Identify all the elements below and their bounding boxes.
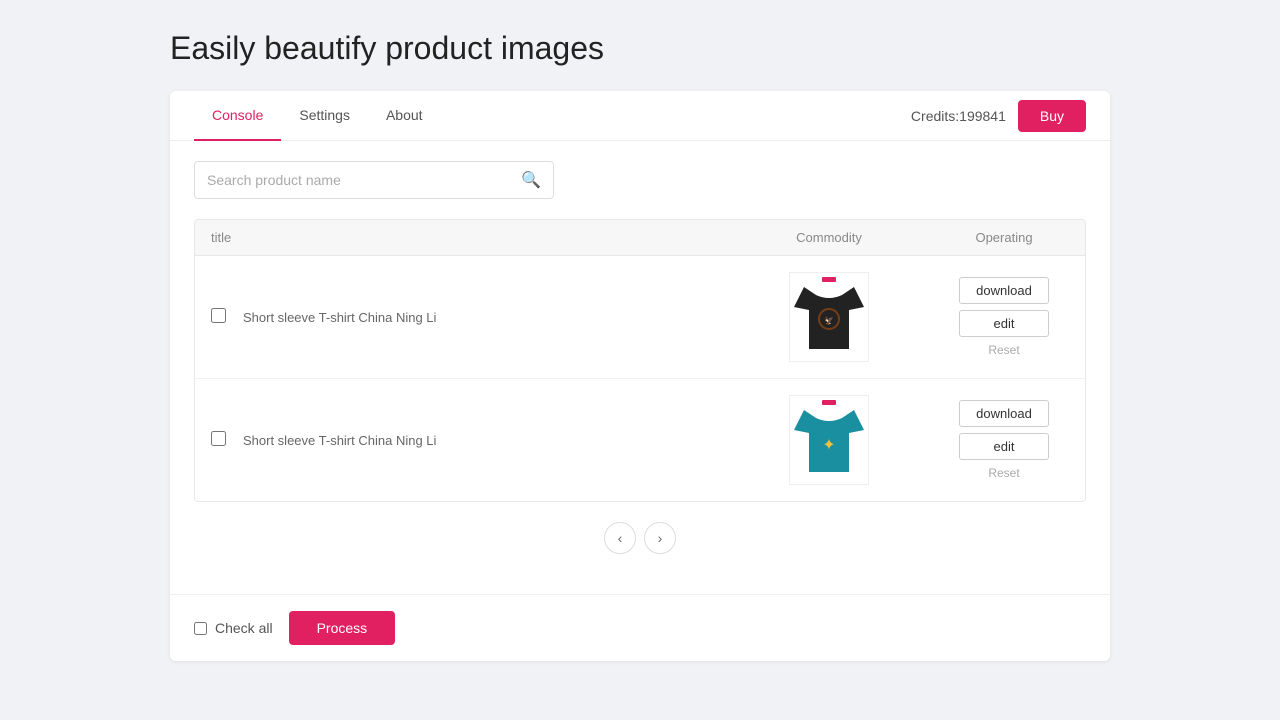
row-2-checkbox[interactable]	[211, 431, 226, 446]
main-card: Console Settings About Credits:199841 Bu…	[170, 91, 1110, 661]
row-1-operating: download edit Reset	[939, 277, 1069, 357]
svg-text:✦: ✦	[822, 437, 835, 454]
check-all-label[interactable]: Check all	[194, 620, 273, 636]
check-all-checkbox[interactable]	[194, 622, 207, 635]
row-1-tshirt-svg: 🦅	[794, 277, 864, 357]
row-2-reset-text[interactable]: Reset	[988, 466, 1019, 480]
row-1-title: Short sleeve T-shirt China Ning Li	[243, 310, 719, 325]
col-operating-header: Operating	[939, 230, 1069, 245]
table-row: Short sleeve T-shirt China Ning Li 🦅	[195, 256, 1085, 379]
credits-text: Credits:199841	[911, 108, 1006, 124]
row-1-product-image: 🦅	[789, 272, 869, 362]
credits-value: 199841	[959, 108, 1006, 124]
row-2-download-button[interactable]: download	[959, 400, 1049, 427]
tab-console[interactable]: Console	[194, 91, 281, 141]
pagination-next-button[interactable]: ›	[644, 522, 676, 554]
row-2-checkbox-wrapper	[211, 431, 231, 449]
tab-settings[interactable]: Settings	[281, 91, 368, 141]
table-header: title Commodity Operating	[195, 220, 1085, 256]
nav-bar: Console Settings About Credits:199841 Bu…	[170, 91, 1110, 141]
row-2-product-image: ✦	[789, 395, 869, 485]
row-1-commodity: 🦅	[719, 272, 939, 362]
nav-right: Credits:199841 Buy	[911, 100, 1086, 132]
search-bar: 🔍	[194, 161, 554, 199]
pagination: ‹ ›	[194, 502, 1086, 564]
check-all-text: Check all	[215, 620, 273, 636]
row-2-edit-button[interactable]: edit	[959, 433, 1049, 460]
row-2-title: Short sleeve T-shirt China Ning Li	[243, 433, 719, 448]
chevron-left-icon: ‹	[618, 530, 623, 546]
search-input[interactable]	[207, 172, 521, 188]
search-icon[interactable]: 🔍	[521, 170, 541, 190]
process-button[interactable]: Process	[289, 611, 396, 645]
row-1-checkbox-wrapper	[211, 308, 231, 326]
content-area: 🔍 title Commodity Operating Short sleeve…	[170, 141, 1110, 584]
row-1-reset-text[interactable]: Reset	[988, 343, 1019, 357]
row-2-tshirt-svg: ✦	[794, 400, 864, 480]
chevron-right-icon: ›	[658, 530, 663, 546]
table-row: Short sleeve T-shirt China Ning Li ✦	[195, 379, 1085, 501]
pagination-prev-button[interactable]: ‹	[604, 522, 636, 554]
row-1-checkbox[interactable]	[211, 308, 226, 323]
row-1-edit-button[interactable]: edit	[959, 310, 1049, 337]
page-title: Easily beautify product images	[170, 30, 1110, 67]
bottom-bar: Check all Process	[170, 594, 1110, 661]
buy-button[interactable]: Buy	[1018, 100, 1086, 132]
col-title-header: title	[211, 230, 719, 245]
row-2-operating: download edit Reset	[939, 400, 1069, 480]
row-2-commodity: ✦	[719, 395, 939, 485]
tab-about[interactable]: About	[368, 91, 441, 141]
row-1-download-button[interactable]: download	[959, 277, 1049, 304]
nav-tabs: Console Settings About	[194, 91, 441, 140]
svg-text:🦅: 🦅	[824, 315, 834, 325]
product-table: title Commodity Operating Short sleeve T…	[194, 219, 1086, 502]
col-commodity-header: Commodity	[719, 230, 939, 245]
